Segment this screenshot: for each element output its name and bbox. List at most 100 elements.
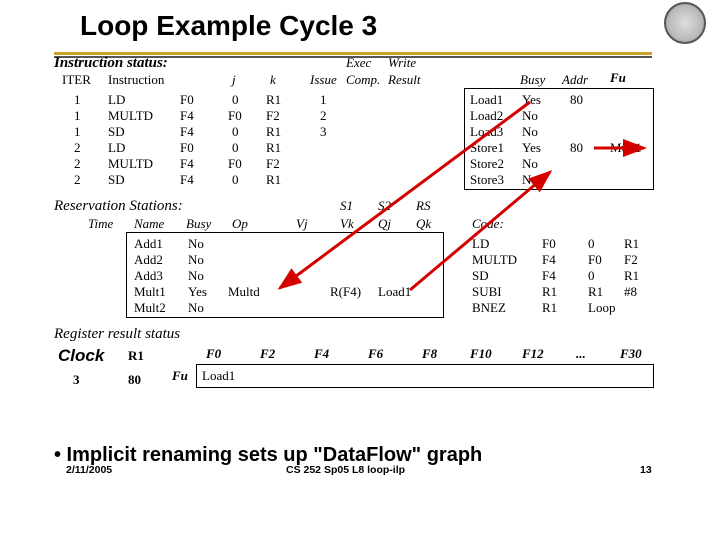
table-cell: BNEZ — [472, 300, 506, 316]
table-cell: 0 — [588, 236, 595, 252]
table-cell: No — [522, 156, 538, 172]
reg-hdr: F10 — [470, 346, 492, 362]
table-cell: R1 — [266, 172, 281, 188]
table-cell: F0 — [228, 108, 242, 124]
table-cell: 80 — [570, 140, 583, 156]
table-cell: Store1 — [470, 140, 504, 156]
table-cell: MULTD — [108, 156, 153, 172]
table-cell: Store2 — [470, 156, 504, 172]
table-cell: 2 — [74, 140, 81, 156]
table-cell: R1 — [542, 300, 557, 316]
table-cell: No — [188, 252, 204, 268]
table-cell: F0 — [180, 140, 194, 156]
rs-box — [126, 232, 444, 318]
table-cell: R1 — [266, 140, 281, 156]
table-cell: F4 — [542, 252, 556, 268]
table-cell: Mult1 — [134, 284, 166, 300]
footer-center: CS 252 Sp05 L8 loop-ilp — [286, 464, 405, 476]
table-cell: R1 — [624, 268, 639, 284]
hdr-busy2: Busy — [186, 216, 211, 232]
hdr-op: Op — [232, 216, 248, 232]
table-cell: F4 — [180, 156, 194, 172]
table-cell: R1 — [266, 92, 281, 108]
table-cell: R(F4) — [330, 284, 361, 300]
table-cell: Load1 — [378, 284, 411, 300]
footer-date: 2/11/2005 — [66, 464, 112, 476]
table-cell: #8 — [624, 284, 637, 300]
reg-hdr: ... — [576, 346, 586, 362]
reg-hdr: F0 — [206, 346, 221, 362]
hdr-vj: Vj — [296, 216, 308, 232]
table-cell: 0 — [232, 92, 239, 108]
table-cell: Load3 — [470, 124, 503, 140]
hdr-instr: Instruction — [108, 72, 164, 88]
hdr-s2: S2 — [378, 198, 391, 214]
slide-number: 13 — [640, 464, 652, 476]
reg-r1: 80 — [128, 372, 141, 388]
table-cell: Add3 — [134, 268, 163, 284]
reg-hdr: F4 — [314, 346, 329, 362]
table-cell: F4 — [180, 124, 194, 140]
table-cell: 0 — [232, 124, 239, 140]
slide-title: Loop Example Cycle 3 — [80, 10, 377, 42]
table-cell: SD — [472, 268, 489, 284]
table-cell: No — [188, 236, 204, 252]
table-cell: 3 — [320, 124, 327, 140]
section-register-result: Register result status — [54, 326, 180, 343]
table-cell: F2 — [266, 108, 280, 124]
reg-box — [196, 364, 654, 388]
table-cell: No — [522, 172, 538, 188]
hdr-qj: Qj — [378, 216, 391, 232]
table-cell: 1 — [320, 92, 327, 108]
hdr-time: Time — [88, 216, 113, 232]
reg-hdr: F30 — [620, 346, 642, 362]
hdr-name: Name — [134, 216, 164, 232]
clock-label: Clock — [58, 346, 104, 366]
table-cell: Add2 — [134, 252, 163, 268]
table-cell: 1 — [74, 108, 81, 124]
reg-hdr: R1 — [128, 348, 144, 364]
reg-hdr: F12 — [522, 346, 544, 362]
hdr-k: k — [270, 72, 276, 88]
hdr-s1: S1 — [340, 198, 353, 214]
table-cell: F0 — [228, 156, 242, 172]
table-cell: R1 — [542, 284, 557, 300]
reg-fu-label: Fu — [172, 368, 188, 384]
hdr-addr: Addr — [562, 72, 588, 88]
hdr-comp: Comp. — [346, 72, 380, 88]
table-cell: Loop — [588, 300, 615, 316]
table-cell: F0 — [588, 252, 602, 268]
table-cell: F0 — [542, 236, 556, 252]
table-cell: LD — [108, 92, 125, 108]
section-reservation-stations: Reservation Stations: — [54, 198, 183, 215]
hdr-result: Result — [388, 72, 421, 88]
table-cell: F4 — [180, 172, 194, 188]
hdr-issue: Issue — [310, 72, 337, 88]
table-cell: Yes — [522, 140, 541, 156]
table-cell: SD — [108, 172, 125, 188]
table-cell: 1 — [74, 124, 81, 140]
clock-value: 3 — [73, 372, 80, 388]
table-cell: SD — [108, 124, 125, 140]
table-cell: No — [188, 300, 204, 316]
hdr-fu: Fu — [610, 70, 626, 86]
table-cell: F2 — [624, 252, 638, 268]
reg-hdr: F2 — [260, 346, 275, 362]
table-cell: Add1 — [134, 236, 163, 252]
table-cell: Mult2 — [134, 300, 166, 316]
table-cell: 0 — [588, 268, 595, 284]
table-cell: R1 — [624, 236, 639, 252]
table-cell: No — [188, 268, 204, 284]
hdr-exec: Exec — [346, 55, 371, 71]
reg-f0: Load1 — [202, 368, 235, 384]
table-cell: 2 — [320, 108, 327, 124]
table-cell: F2 — [266, 156, 280, 172]
hdr-rs: RS — [416, 198, 430, 214]
table-cell: 0 — [232, 140, 239, 156]
hdr-qk: Qk — [416, 216, 431, 232]
table-cell: MULTD — [108, 108, 153, 124]
table-cell: 0 — [232, 172, 239, 188]
table-cell: LD — [472, 236, 489, 252]
table-cell: 1 — [74, 92, 81, 108]
table-cell: Yes — [188, 284, 207, 300]
